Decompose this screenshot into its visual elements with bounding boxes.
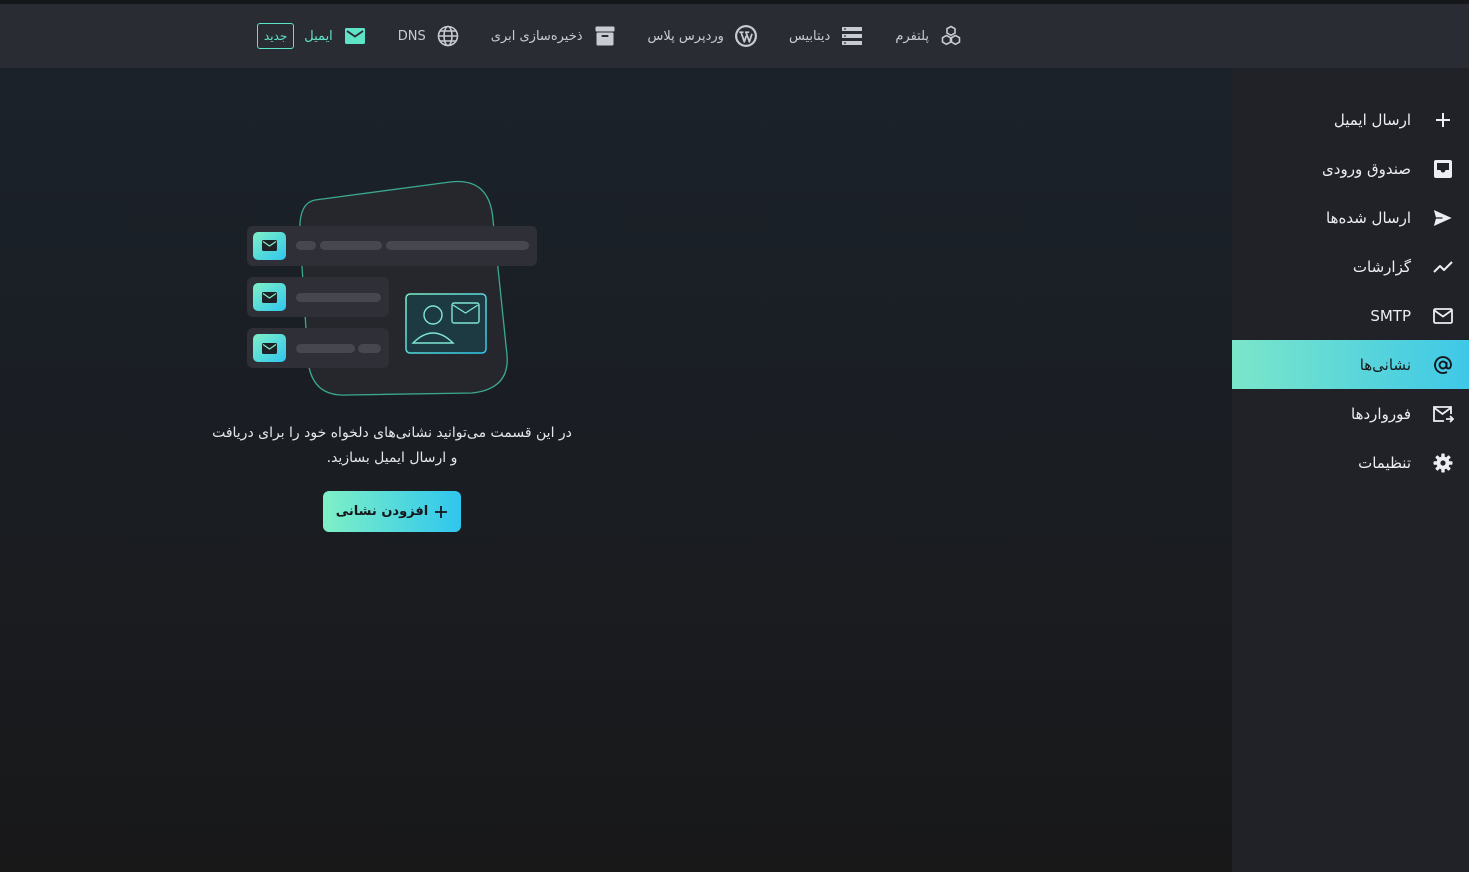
nav-wordpress-plus[interactable]: وردپرس پلاس: [648, 23, 759, 49]
nav-database-label: دیتابیس: [788, 28, 831, 44]
nav-platform[interactable]: پلتفرم: [895, 23, 964, 49]
nav-email[interactable]: ایمیل جدید: [256, 23, 368, 49]
nav-email-label: ایمیل: [304, 28, 333, 44]
database-icon: [839, 23, 865, 49]
new-badge: جدید: [256, 23, 295, 49]
nav-dns[interactable]: DNS: [398, 23, 461, 49]
nav-wordpress-label: وردپرس پلاس: [647, 28, 724, 44]
add-address-button[interactable]: افزودن نشانی: [323, 491, 461, 532]
sidebar-item-label: تنظیمات: [1358, 453, 1411, 472]
gear-icon: [1431, 451, 1455, 475]
archive-icon: [592, 23, 618, 49]
sidebar-item-label: SMTP: [1370, 306, 1411, 325]
inbox-icon: [1431, 157, 1455, 181]
sidebar-item-addresses[interactable]: نشانی‌ها: [1232, 340, 1469, 389]
chart-line-icon: [1431, 255, 1455, 279]
sidebar-item-label: ارسال شده‌ها: [1326, 208, 1411, 227]
nav-database[interactable]: دیتابیس: [789, 23, 865, 49]
top-nav: پلتفرم دیتابیس وردپرس پلاس: [0, 4, 1469, 68]
sidebar-item-reports[interactable]: گزارشات: [1232, 242, 1469, 291]
plus-icon: [1431, 108, 1455, 132]
nav-dns-label: DNS: [397, 28, 426, 44]
add-address-label: افزودن نشانی: [335, 504, 429, 519]
plus-icon: [434, 505, 448, 519]
sidebar: ارسال ایمیل صندوق ورودی ارسال شده‌ها گزا…: [1232, 68, 1469, 872]
forward-mail-icon: [1431, 402, 1455, 426]
sidebar-item-settings[interactable]: تنظیمات: [1232, 438, 1469, 487]
sidebar-item-label: ارسال ایمیل: [1333, 110, 1411, 129]
mail-icon: [342, 23, 368, 49]
empty-state-message: در این قسمت می‌توانید نشانی‌های دلخواه خ…: [212, 425, 572, 466]
globe-icon: [435, 23, 461, 49]
sidebar-item-label: گزارشات: [1352, 257, 1411, 276]
sidebar-item-inbox[interactable]: صندوق ورودی: [1232, 144, 1469, 193]
cubes-icon: [938, 23, 964, 49]
at-icon: [1431, 353, 1455, 377]
nav-cloud-storage[interactable]: ذخیره‌سازی ابری: [491, 23, 618, 49]
main-content: [0, 68, 1232, 872]
nav-platform-label: پلتفرم: [895, 28, 929, 44]
sidebar-item-label: نشانی‌ها: [1359, 355, 1411, 374]
sidebar-item-label: فورواردها: [1351, 404, 1411, 423]
sidebar-item-label: صندوق ورودی: [1322, 159, 1411, 178]
envelope-icon: [1431, 304, 1455, 328]
sidebar-item-forwards[interactable]: فورواردها: [1232, 389, 1469, 438]
wordpress-icon: [733, 23, 759, 49]
nav-cloud-storage-label: ذخیره‌سازی ابری: [490, 28, 583, 44]
sidebar-item-smtp[interactable]: SMTP: [1232, 291, 1469, 340]
send-icon: [1431, 206, 1455, 230]
empty-state-illustration: [240, 175, 550, 405]
sidebar-item-sent[interactable]: ارسال شده‌ها: [1232, 193, 1469, 242]
sidebar-item-send-email[interactable]: ارسال ایمیل: [1232, 95, 1469, 144]
